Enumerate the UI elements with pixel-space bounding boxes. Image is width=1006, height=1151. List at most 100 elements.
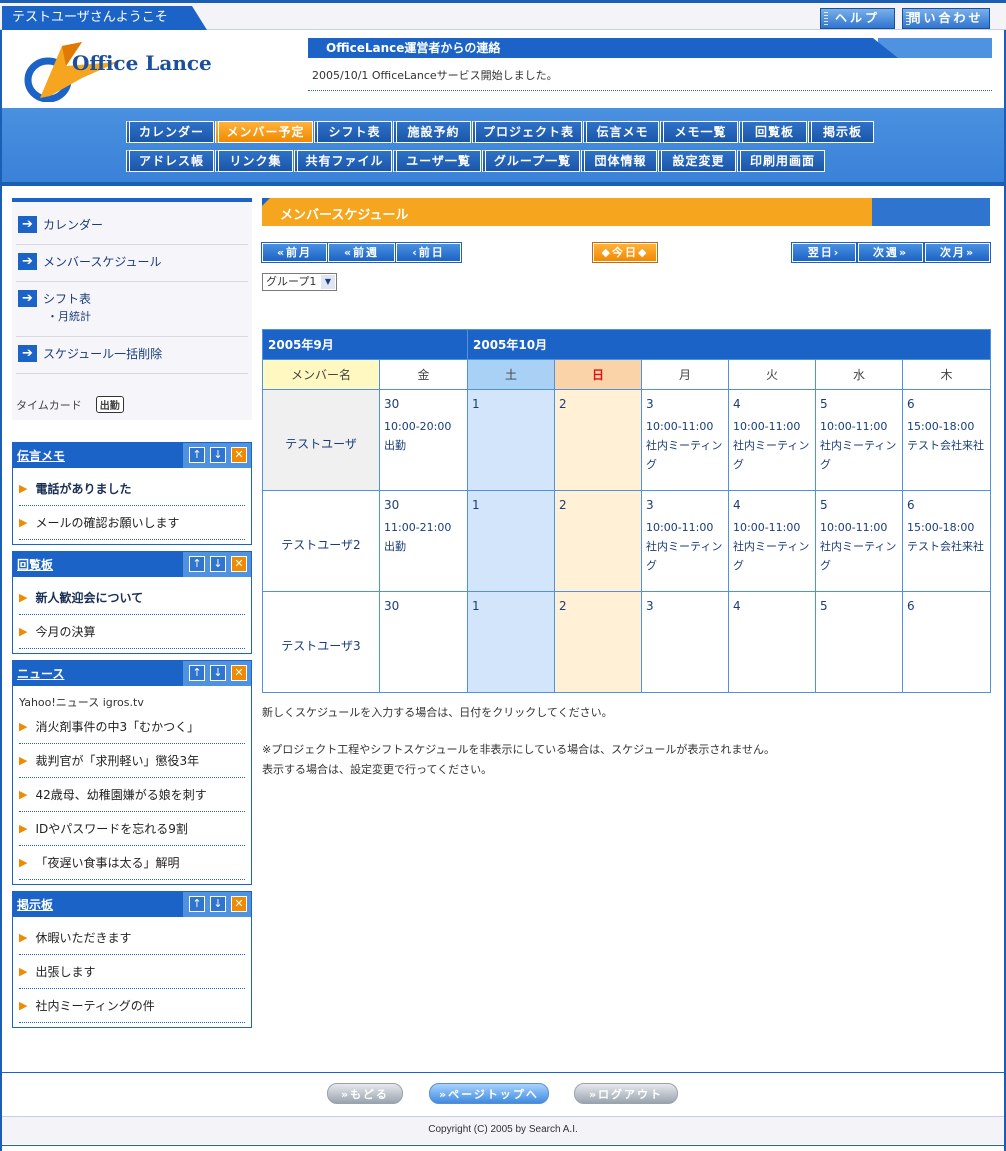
nav-item[interactable]: 団体情報 (581, 150, 657, 172)
date-number[interactable]: 2 (559, 599, 637, 613)
contact-button[interactable]: 問い合わせ (902, 8, 990, 29)
panel-item[interactable]: ▶ 新人歓迎会について (19, 581, 245, 615)
schedule-cell[interactable]: 30 (379, 591, 468, 693)
nav-item[interactable]: 共有ファイル (294, 150, 392, 172)
schedule-cell[interactable]: 2 (554, 490, 642, 592)
schedule-cell[interactable]: 4 (728, 591, 816, 693)
schedule-cell[interactable]: 2 (554, 591, 642, 693)
nav-item[interactable]: ユーザ一覧 (393, 150, 481, 172)
panel-item[interactable]: ▶ 裁判官が「求刑軽い」懲役3年 (19, 744, 245, 778)
panel-item-label[interactable]: 新人歓迎会について (35, 589, 143, 606)
schedule-cell[interactable]: 5 10:00-11:00 社内ミーティング (815, 490, 903, 592)
next-day-button[interactable]: 翌日› (791, 242, 857, 263)
schedule-event[interactable]: 10:00-11:00 社内ミーティング (646, 518, 724, 575)
date-number[interactable]: 3 (646, 599, 724, 613)
date-number[interactable]: 30 (384, 599, 463, 613)
schedule-cell[interactable]: 4 10:00-11:00 社内ミーティング (728, 389, 816, 491)
date-number[interactable]: 30 (384, 498, 463, 512)
schedule-event[interactable]: 10:00-11:00 社内ミーティング (733, 518, 811, 575)
schedule-cell[interactable]: 5 10:00-11:00 社内ミーティング (815, 389, 903, 491)
close-icon[interactable]: ✕ (231, 447, 247, 463)
page-top-button[interactable]: »ページトップへ (429, 1083, 549, 1104)
date-number[interactable]: 6 (907, 397, 986, 411)
next-week-button[interactable]: 次週» (857, 242, 924, 263)
side-link-shift[interactable]: ➔ シフト表 ・月統計 (16, 282, 248, 337)
schedule-cell[interactable]: 3 10:00-11:00 社内ミーティング (641, 389, 729, 491)
date-number[interactable]: 4 (733, 498, 811, 512)
panel-item[interactable]: ▶ 42歳母、幼稚園嫌がる娘を刺す (19, 778, 245, 812)
side-link-bulk-delete[interactable]: ➔ スケジュール一括削除 (16, 337, 248, 374)
schedule-cell[interactable]: 1 (467, 490, 555, 592)
nav-item[interactable]: 掲示板 (808, 121, 874, 143)
arrow-down-icon[interactable]: ↓ (210, 556, 226, 572)
help-button[interactable]: ヘルプ (820, 8, 895, 29)
side-link-label[interactable]: スケジュール一括削除 (43, 345, 162, 363)
logout-button[interactable]: »ログアウト (574, 1083, 678, 1104)
schedule-cell[interactable]: 1 (467, 591, 555, 693)
panel-item-label[interactable]: メールの確認お願いします (35, 514, 179, 531)
nav-item[interactable]: 伝言メモ (583, 121, 659, 143)
panel-item[interactable]: ▶ メールの確認お願いします (19, 506, 245, 540)
nav-item[interactable]: プロジェクト表 (472, 121, 582, 143)
back-button[interactable]: »もどる (327, 1083, 403, 1104)
side-link-label[interactable]: メンバースケジュール (43, 253, 162, 271)
schedule-cell[interactable]: 6 15:00-18:00 テスト会社来社 (901, 389, 992, 491)
arrow-up-icon[interactable]: ↑ (189, 447, 205, 463)
panel-item-label[interactable]: 休暇いただきます (35, 929, 131, 946)
arrow-down-icon[interactable]: ↓ (210, 896, 226, 912)
nav-item[interactable]: メモ一覧 (660, 121, 738, 143)
close-icon[interactable]: ✕ (231, 665, 247, 681)
nav-item[interactable]: メンバー予定 (215, 121, 313, 143)
side-link-monthly-stats[interactable]: ・月統計 (47, 308, 91, 326)
nav-item[interactable]: シフト表 (314, 121, 392, 143)
next-month-button[interactable]: 次月» (924, 242, 991, 263)
date-number[interactable]: 4 (733, 599, 811, 613)
nav-item[interactable]: 回覧板 (739, 121, 807, 143)
prev-day-button[interactable]: ‹前日 (395, 242, 462, 263)
date-number[interactable]: 5 (820, 599, 898, 613)
panel-item-label[interactable]: 社内ミーティングの件 (35, 997, 154, 1014)
panel-item-label[interactable]: 今月の決算 (35, 623, 95, 640)
panel-title[interactable]: ニュース (17, 665, 64, 682)
schedule-event[interactable]: 15:00-18:00 テスト会社来社 (907, 417, 986, 455)
schedule-cell[interactable]: 30 10:00-20:00 出勤 (379, 389, 468, 491)
arrow-up-icon[interactable]: ↑ (189, 665, 205, 681)
schedule-cell[interactable]: 5 (815, 591, 903, 693)
panel-item[interactable]: ▶ 出張します (19, 955, 245, 989)
side-link-label[interactable]: カレンダー (43, 216, 103, 234)
nav-item[interactable]: リンク集 (215, 150, 293, 172)
date-number[interactable]: 3 (646, 498, 724, 512)
schedule-event[interactable]: 10:00-11:00 社内ミーティング (820, 518, 898, 575)
today-button[interactable]: ◆今日◆ (592, 242, 658, 263)
news-source[interactable]: Yahoo!ニュース igros.tv (19, 690, 245, 710)
group-select[interactable]: グループ1 (262, 273, 337, 291)
panel-title[interactable]: 伝言メモ (17, 447, 65, 464)
panel-item-label[interactable]: 電話がありました (35, 480, 131, 497)
date-number[interactable]: 5 (820, 397, 898, 411)
date-number[interactable]: 1 (472, 599, 550, 613)
schedule-cell[interactable]: 3 10:00-11:00 社内ミーティング (641, 490, 729, 592)
date-number[interactable]: 1 (472, 498, 550, 512)
arrow-up-icon[interactable]: ↑ (189, 896, 205, 912)
office-lance-logo[interactable]: Office Lance (22, 36, 262, 103)
date-number[interactable]: 30 (384, 397, 463, 411)
schedule-event[interactable]: 10:00-11:00 社内ミーティング (820, 417, 898, 474)
panel-item-label[interactable]: 出張します (35, 963, 95, 980)
clock-in-button[interactable]: 出勤 (95, 396, 124, 413)
schedule-cell[interactable]: 4 10:00-11:00 社内ミーティング (728, 490, 816, 592)
panel-item[interactable]: ▶ 消火剤事件の中3「むかつく」 (19, 710, 245, 744)
panel-item[interactable]: ▶ 電話がありました (19, 472, 245, 506)
nav-item[interactable]: グループ一覧 (482, 150, 580, 172)
nav-item[interactable]: アドレス帳 (126, 150, 214, 172)
panel-item[interactable]: ▶ 社内ミーティングの件 (19, 989, 245, 1023)
panel-item-label[interactable]: 「夜遅い食事は太る」解明 (35, 854, 179, 871)
date-number[interactable]: 2 (559, 498, 637, 512)
nav-item[interactable]: カレンダー (126, 121, 214, 143)
panel-item[interactable]: ▶ 休暇いただきます (19, 921, 245, 955)
prev-month-button[interactable]: «前月 (261, 242, 328, 263)
schedule-cell[interactable]: 1 (467, 389, 555, 491)
panel-title[interactable]: 回覧板 (17, 556, 53, 573)
side-link-shift-label[interactable]: シフト表 (43, 292, 91, 306)
schedule-cell[interactable]: 30 11:00-21:00 出勤 (379, 490, 468, 592)
date-number[interactable]: 1 (472, 397, 550, 411)
